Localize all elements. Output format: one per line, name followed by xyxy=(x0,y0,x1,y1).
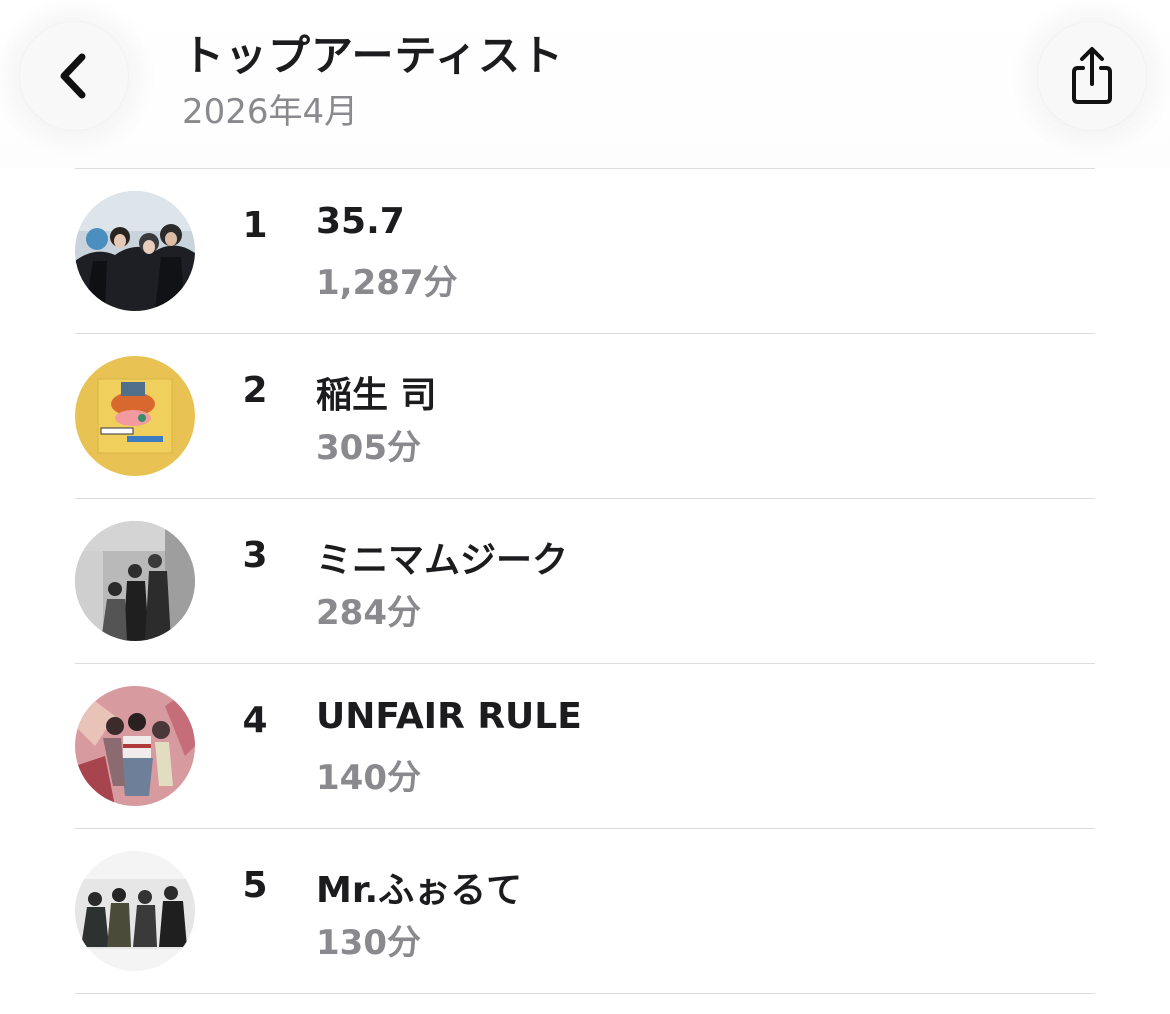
artist-photo xyxy=(75,191,195,311)
artist-photo xyxy=(75,356,195,476)
share-button[interactable] xyxy=(1038,22,1146,130)
artist-row[interactable]: 3 ミニマムジーク 284分 xyxy=(75,498,1095,663)
rank-number: 4 xyxy=(242,700,268,741)
artist-name: 稲生 司 xyxy=(316,375,437,416)
artist-name: UNFAIR RULE xyxy=(316,696,582,737)
share-icon xyxy=(1064,44,1120,108)
header: トップアーティスト 2026年4月 xyxy=(0,0,1170,168)
chevron-left-icon xyxy=(52,49,96,103)
artist-list: 1 35.7 1,287分 2 稲生 司 305分 3 ミニマムジーク 284分… xyxy=(75,168,1095,994)
artist-photo xyxy=(75,686,195,806)
artist-name: ミニマムジーク xyxy=(316,540,569,581)
artist-row[interactable]: 2 稲生 司 305分 xyxy=(75,333,1095,498)
artist-photo xyxy=(75,521,195,641)
artist-row[interactable]: 4 UNFAIR RULE 140分 xyxy=(75,663,1095,828)
page-subtitle: 2026年4月 xyxy=(182,92,359,132)
artist-name: Mr.ふぉるて xyxy=(316,870,523,911)
top-artists-screen: トップアーティスト 2026年4月 1 35.7 1,287分 2 稲生 司 3… xyxy=(0,0,1170,1014)
listening-minutes: 140分 xyxy=(316,758,421,798)
rank-number: 1 xyxy=(242,205,268,246)
artist-row[interactable]: 5 Mr.ふぉるて 130分 xyxy=(75,828,1095,994)
listening-minutes: 130分 xyxy=(316,923,421,963)
page-title: トップアーティスト xyxy=(182,31,564,80)
artist-name: 35.7 xyxy=(316,201,405,242)
listening-minutes: 305分 xyxy=(316,428,421,468)
artist-photo xyxy=(75,851,195,971)
rank-number: 3 xyxy=(242,535,268,576)
listening-minutes: 1,287分 xyxy=(316,263,458,303)
back-button[interactable] xyxy=(20,22,128,130)
rank-number: 5 xyxy=(242,865,268,906)
listening-minutes: 284分 xyxy=(316,593,421,633)
rank-number: 2 xyxy=(242,370,268,411)
artist-row[interactable]: 1 35.7 1,287分 xyxy=(75,168,1095,333)
